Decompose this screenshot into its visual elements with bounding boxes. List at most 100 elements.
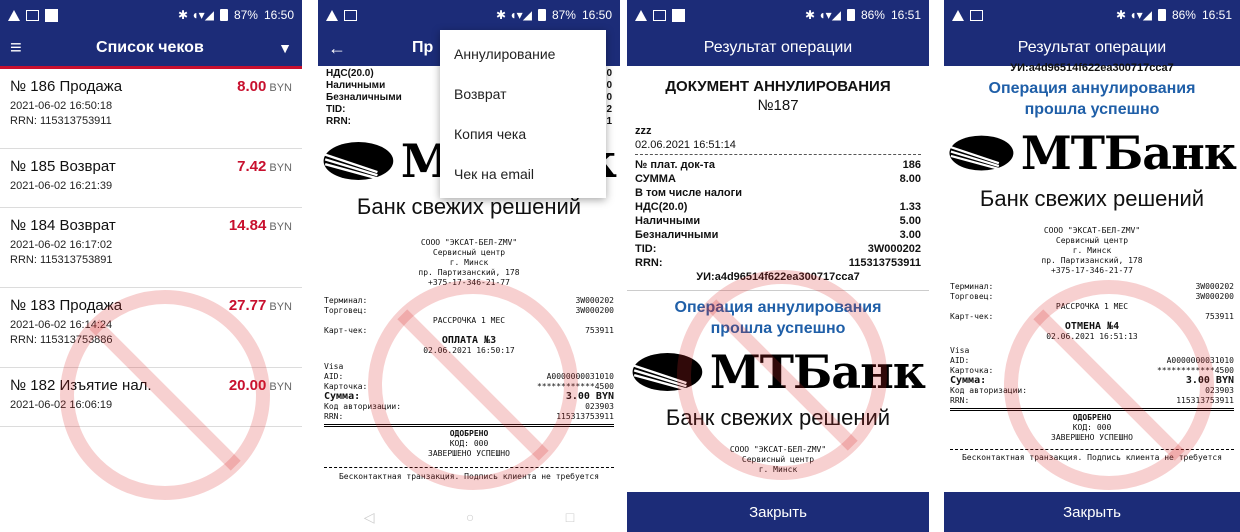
receipt-rrn: RRN: 115313753911: [10, 115, 112, 127]
rrn-label: RRN:: [324, 412, 344, 421]
org-line: СООО "ЭКСАТ-БЕЛ-ZMV": [1043, 226, 1141, 235]
sum-label: Сумма:: [324, 391, 361, 402]
bank-logo: МТБанк: [944, 120, 1240, 186]
app-bar: ≡ Список чеков ▼: [0, 30, 302, 66]
menu-item[interactable]: Чек на email: [440, 154, 606, 194]
doc-datetime: 02.06.2021 16:51:14: [635, 138, 921, 155]
list-item[interactable]: № 183 Продажа 27.77 BYN 2021-06-02 16:14:24…: [0, 288, 302, 368]
merchant-label: Торговец:: [950, 292, 994, 301]
page-title: Список чеков: [96, 39, 204, 56]
close-button[interactable]: Закрыть: [944, 492, 1240, 532]
rrn-value: 115313753911: [556, 412, 614, 421]
clock: 16:50: [263, 8, 294, 22]
aid-label: AID:: [324, 372, 344, 381]
status-bar: ✱ ◖▾◢ 86% 16:51: [944, 0, 1240, 30]
doc-row: TID: 3W000202: [635, 242, 921, 256]
nav-recents-icon[interactable]: □: [566, 509, 574, 526]
card-type: Visa: [324, 362, 344, 371]
receipt-name: № 183 Продажа: [10, 297, 123, 314]
row-label: СУММА: [635, 173, 676, 185]
battery-icon: [1157, 9, 1166, 21]
amount-value: 8.00: [237, 78, 267, 95]
list-item[interactable]: № 182 Изъятие нал. 20.00 BYN 2021-06-02 16:…: [0, 368, 302, 427]
auth-label: Код авторизации:: [324, 402, 402, 411]
menu-item[interactable]: Копия чека: [440, 114, 606, 154]
nav-back-icon[interactable]: ◁: [364, 509, 375, 526]
doc-row: В том числе налоги: [635, 186, 921, 200]
rrn-label: RRN:: [950, 396, 970, 405]
receipt-name: № 185 Возврат: [10, 158, 116, 175]
row-label: НДС(20.0): [326, 68, 374, 79]
signal-icons: ✱ ◖▾◢: [496, 8, 532, 22]
aid-value: A0000000031010: [1166, 356, 1234, 365]
row-label: TID:: [635, 243, 657, 255]
success-message: Операция аннулирования прошла успешно: [627, 297, 929, 339]
doc-number: №187: [757, 97, 799, 114]
receipt-datetime: 2021-06-02 16:50:18: [10, 100, 113, 112]
merchant-value: 3W000200: [575, 306, 614, 315]
overflow-menu: Аннулирование Возврат Копия чека Чек на ema…: [440, 30, 606, 198]
notification-icon: [653, 9, 666, 21]
currency: BYN: [269, 162, 292, 174]
doc-row: НДС(20.0) 1.33: [635, 200, 921, 214]
cancel-title: ОТМЕНА №4: [1064, 321, 1120, 332]
org-line: г. Минск: [449, 258, 489, 267]
bank-logo-icon: [949, 135, 1014, 171]
sum-value: 3.00 BYN: [565, 391, 614, 402]
row-value: 186: [902, 159, 921, 171]
result-screen-scrolled: ✱ ◖▾◢ 86% 16:51 Результат операции УИ:a4…: [944, 0, 1240, 532]
back-arrow-icon[interactable]: ←: [328, 38, 346, 59]
receipt-rrn: RRN: 115313753891: [10, 254, 113, 266]
receipt-body: СООО "ЭКСАТ-БЕЛ-ZMV" Сервисный центр г. Ми…: [318, 238, 620, 482]
row-label: Наличными: [635, 215, 701, 227]
receipt-amount: 7.42 BYN: [237, 158, 292, 175]
notification-icon: [344, 9, 357, 21]
menu-icon[interactable]: ≡: [10, 37, 22, 60]
close-button[interactable]: Закрыть: [627, 492, 929, 532]
warning-icon: [326, 9, 338, 21]
battery-icon: [219, 9, 228, 21]
signal-icons: ✱ ◖▾◢: [178, 8, 214, 22]
auth-value: 023903: [585, 402, 614, 411]
row-value: 0: [606, 92, 612, 103]
response-code: КОД: 000: [449, 439, 489, 448]
aid-value: A0000000031010: [546, 372, 614, 381]
card-check-label: Карт-чек:: [950, 312, 994, 321]
battery-level: 87%: [551, 8, 576, 22]
notification-icon: [970, 9, 983, 21]
menu-item[interactable]: Аннулирование: [440, 34, 606, 74]
doc-row: № плат. док-та 186: [635, 158, 921, 172]
card-check-value: 753911: [585, 326, 614, 335]
installment: РАССРОЧКА 1 МЕС: [432, 316, 506, 325]
menu-item[interactable]: Возврат: [440, 74, 606, 114]
notification-icon: [26, 9, 39, 21]
row-label: В том числе налоги: [635, 187, 742, 199]
app-icon: [45, 8, 58, 22]
nav-home-icon[interactable]: ○: [466, 509, 474, 526]
amount-value: 20.00: [228, 377, 267, 394]
list-item[interactable]: № 185 Возврат 7.42 BYN 2021-06-02 16:21:39: [0, 149, 302, 208]
filter-icon[interactable]: ▼: [278, 40, 292, 56]
bank-slogan: Банк свежих решений: [665, 405, 891, 430]
row-label: Безналичными: [326, 92, 402, 103]
receipt-name: № 182 Изъятие нал.: [10, 377, 152, 394]
currency: BYN: [269, 82, 292, 94]
contactless-note: Бесконтактная транзакция. Подпись клиент…: [961, 453, 1223, 462]
org-line: Сервисный центр: [1055, 236, 1129, 245]
cancel-document: ДОКУМЕНТ АННУЛИРОВАНИЯ №187 zzz 02.06.20…: [627, 66, 929, 284]
receipt-amount: 8.00 BYN: [237, 78, 292, 95]
receipt-name: № 184 Возврат: [10, 217, 116, 234]
app-bar: Результат операции: [944, 30, 1240, 66]
row-value: 1.33: [899, 201, 921, 213]
signal-icons: ✱ ◖▾◢: [1116, 8, 1152, 22]
payment-title: ОПЛАТА №3: [441, 335, 497, 346]
list-item[interactable]: № 186 Продажа 8.00 BYN 2021-06-02 16:50:18 R…: [0, 69, 302, 149]
app-icon: [672, 8, 685, 22]
battery-icon: [846, 9, 855, 21]
battery-level: 86%: [860, 8, 885, 22]
list-item[interactable]: № 184 Возврат 14.84 BYN 2021-06-02 16:17:02…: [0, 208, 302, 288]
status-bar: ✱ ◖▾◢ 86% 16:51: [627, 0, 929, 30]
doc-row: Безналичными 3.00: [635, 228, 921, 242]
receipt-list-screen: ✱ ◖▾◢ 87% 16:50 ≡ Список чеков ▼ № 186 П…: [0, 0, 302, 532]
org-line: +375-17-346-21-77: [1051, 266, 1133, 275]
